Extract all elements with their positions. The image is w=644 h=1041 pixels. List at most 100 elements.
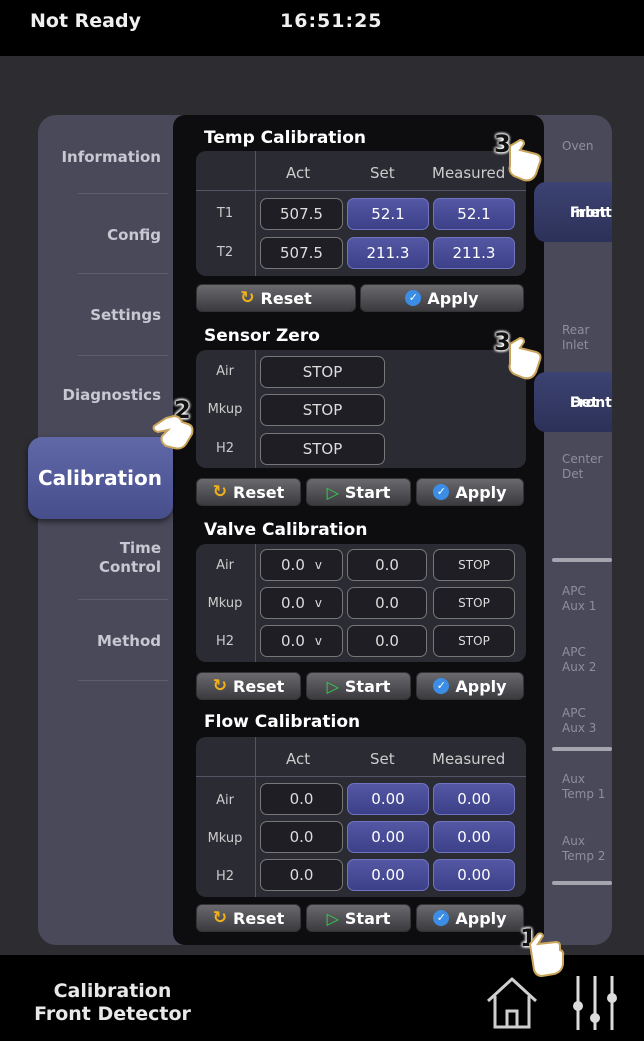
h2-flow-measured-field[interactable]: 0.00 [433, 859, 515, 891]
button-label: Start [344, 676, 391, 696]
air-zero-button[interactable]: STOP [260, 356, 385, 388]
air-flow-act-value: 0.0 [260, 783, 343, 815]
instrument-status: Not Ready [30, 10, 141, 32]
temp-calibration-buttons: ↻ Reset ✓ Apply [196, 284, 524, 312]
table-divider [255, 544, 256, 662]
mkup-valve-voltage-field[interactable]: 0.0 v [260, 587, 343, 619]
button-label: Apply [455, 908, 507, 928]
button-label: Reset [233, 676, 285, 696]
t1-set-field[interactable]: 52.1 [347, 198, 429, 230]
right-nav-label: Aux 1 [562, 599, 597, 613]
h2-zero-button[interactable]: STOP [260, 433, 385, 465]
checkmark-icon: ✓ [433, 910, 450, 926]
h2-valve-voltage-field[interactable]: 0.0 v [260, 625, 343, 657]
right-nav-label: Det [562, 467, 584, 481]
start-button[interactable]: ▷ Start [306, 672, 411, 700]
table-divider [196, 776, 526, 777]
nav-divider [78, 273, 168, 274]
air-valve-stop-button[interactable]: STOP [433, 549, 515, 581]
reset-button[interactable]: ↻ Reset [196, 904, 301, 932]
row-label: Air [216, 558, 234, 573]
nav-divider [78, 193, 168, 194]
nav-item-time-control[interactable]: Time Control [41, 539, 161, 577]
button-label: Reset [260, 288, 312, 308]
right-nav-item-aux-temp-1[interactable]: Aux Temp 1 [562, 772, 605, 802]
left-nav: Information Config Settings Diagnostics … [38, 115, 173, 945]
nav-item-settings[interactable]: Settings [41, 306, 161, 325]
reset-button[interactable]: ↻ Reset [196, 284, 356, 312]
apply-button[interactable]: ✓ Apply [416, 478, 524, 506]
reset-button[interactable]: ↻ Reset [196, 672, 301, 700]
table-divider [196, 190, 526, 191]
row-label: H2 [215, 441, 235, 456]
right-nav-label: Rear [562, 323, 590, 337]
button-label: Reset [233, 908, 285, 928]
screen-title-line: Calibration [53, 980, 172, 1002]
right-nav-label: APC [562, 645, 586, 659]
nav-item-method[interactable]: Method [41, 632, 161, 651]
start-button[interactable]: ▷ Start [306, 904, 411, 932]
right-nav-divider [552, 747, 612, 751]
mkup-flow-set-field[interactable]: 0.00 [347, 821, 429, 853]
play-icon: ▷ [326, 908, 339, 928]
t1-act-value: 507.5 [260, 198, 343, 230]
column-header: Set [370, 750, 395, 768]
nav-item-label: Calibration [38, 466, 162, 490]
nav-item-diagnostics[interactable]: Diagnostics [41, 386, 162, 405]
row-label: T1 [216, 206, 234, 221]
t2-measured-field[interactable]: 211.3 [433, 237, 515, 269]
table-divider [255, 151, 256, 276]
button-label: Apply [455, 676, 507, 696]
t2-set-field[interactable]: 211.3 [347, 237, 429, 269]
right-nav-label: Temp 1 [562, 787, 606, 801]
apply-button[interactable]: ✓ Apply [416, 672, 524, 700]
air-flow-measured-field[interactable]: 0.00 [433, 783, 515, 815]
right-nav-label: Det [570, 395, 598, 411]
apply-button[interactable]: ✓ Apply [416, 904, 524, 932]
pointing-hand-icon [508, 336, 542, 380]
right-nav-item-aux-temp-2[interactable]: Aux Temp 2 [562, 834, 605, 864]
sliders-icon[interactable] [565, 968, 625, 1034]
h2-flow-set-field[interactable]: 0.00 [347, 859, 429, 891]
right-nav-item-center-det[interactable]: Center Det [562, 452, 602, 482]
mkup-valve-stop-button[interactable]: STOP [433, 587, 515, 619]
screen-title-line: Front Detector [34, 1003, 191, 1025]
right-nav-item-apc-aux-1[interactable]: APC Aux 1 [562, 584, 596, 614]
callout-2: 2 [146, 396, 204, 452]
nav-item-label: Control [98, 558, 161, 576]
right-nav-label: Inlet [570, 205, 607, 221]
section-title-valve-calibration: Valve Calibration [204, 520, 368, 540]
column-header: Set [370, 164, 395, 182]
right-nav-label: Inlet [562, 338, 589, 352]
row-label: H2 [215, 634, 235, 649]
right-nav-label: Aux 2 [562, 660, 597, 674]
play-icon: ▷ [326, 482, 339, 502]
t1-measured-field[interactable]: 52.1 [433, 198, 515, 230]
right-nav-label: Aux [562, 834, 585, 848]
nav-item-information[interactable]: Information [41, 148, 161, 167]
nav-item-config[interactable]: Config [41, 226, 161, 245]
apply-button[interactable]: ✓ Apply [360, 284, 524, 312]
mkup-valve-reading: 0.0 [347, 587, 427, 619]
right-nav-label: Aux [562, 772, 585, 786]
right-nav-item-oven[interactable]: Oven [562, 139, 594, 154]
row-label: Mkup [207, 831, 243, 846]
right-nav-item-front-inlet[interactable]: Front Inlet [534, 182, 612, 242]
nav-divider [78, 599, 168, 600]
valve-voltage-unit: v [314, 634, 322, 648]
right-nav-label: Temp 2 [562, 849, 606, 863]
pointing-hand-icon [508, 138, 542, 182]
right-nav-item-rear-inlet[interactable]: Rear Inlet [562, 323, 589, 353]
nav-divider [78, 355, 168, 356]
sensor-zero-buttons: ↻ Reset ▷ Start ✓ Apply [196, 478, 524, 506]
start-button[interactable]: ▷ Start [306, 478, 411, 506]
air-flow-set-field[interactable]: 0.00 [347, 783, 429, 815]
reset-button[interactable]: ↻ Reset [196, 478, 301, 506]
h2-valve-stop-button[interactable]: STOP [433, 625, 515, 657]
air-valve-voltage-field[interactable]: 0.0 v [260, 549, 343, 581]
right-nav-item-apc-aux-3[interactable]: APC Aux 3 [562, 706, 596, 736]
mkup-flow-measured-field[interactable]: 0.00 [433, 821, 515, 853]
home-icon[interactable] [482, 973, 542, 1031]
mkup-zero-button[interactable]: STOP [260, 394, 385, 426]
right-nav-item-apc-aux-2[interactable]: APC Aux 2 [562, 645, 596, 675]
